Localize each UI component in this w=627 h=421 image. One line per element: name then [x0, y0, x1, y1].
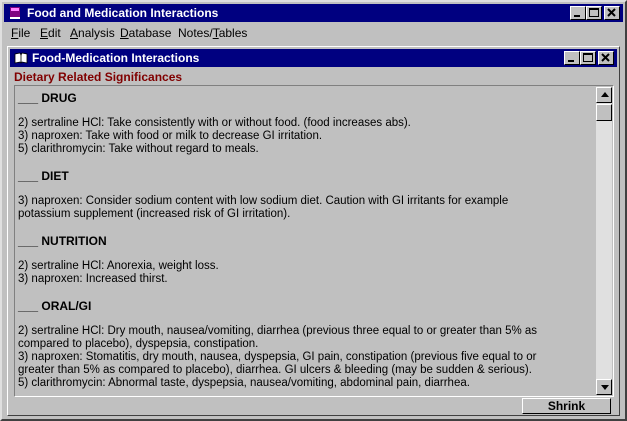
close-icon [601, 53, 610, 62]
text-line: 3) naproxen: Take with food or milk to d… [18, 130, 323, 142]
text-line: potassium supplement (increased risk of … [18, 208, 291, 220]
menu-edit[interactable]: Edit [40, 26, 61, 40]
category-heading: ___ ORAL/GI [18, 299, 92, 313]
menu-edit-key: E [40, 26, 49, 40]
text-line: 2) sertraline HCl: Take consistently wit… [18, 117, 411, 129]
menu-file[interactable]: File [11, 26, 30, 40]
category-heading: ___ DRUG [18, 91, 77, 105]
interactions-text-panel[interactable]: ___ DRUG 2) sertraline HCl: Take consiste… [14, 85, 614, 397]
text-line: greater than 5% as compared to placebo),… [18, 364, 532, 376]
menu-analysis-key: A [70, 26, 79, 40]
minimize-icon [574, 15, 580, 17]
shrink-button[interactable]: Shrink [522, 398, 611, 414]
menu-edit-label: dit [48, 26, 61, 40]
section-heading: Dietary Related Significances [14, 70, 183, 84]
interactions-text[interactable]: ___ DRUG 2) sertraline HCl: Take consiste… [16, 87, 596, 395]
menu-database[interactable]: Database [120, 26, 171, 40]
text-line: 2) sertraline HCl: Anorexia, weight loss… [18, 260, 219, 272]
arrow-up-icon [601, 92, 609, 97]
menu-notes-tables-prefix: Notes/ [178, 26, 213, 40]
minimize-icon [568, 60, 574, 62]
app-title: Food and Medication Interactions [27, 6, 219, 20]
scroll-down-button[interactable] [596, 379, 612, 395]
maximize-button[interactable] [586, 6, 602, 20]
maximize-icon [583, 53, 593, 62]
scroll-thumb[interactable] [596, 104, 612, 121]
menu-bar: File Edit Analysis Database Notes/Tables [4, 24, 623, 42]
child-close-button[interactable] [598, 51, 614, 65]
category-heading: ___ NUTRITION [18, 234, 107, 248]
open-book-icon [14, 52, 28, 64]
text-line: 3) naproxen: Increased thirst. [18, 273, 168, 285]
menu-database-key: D [120, 26, 129, 40]
child-minimize-button[interactable] [564, 51, 580, 65]
arrow-down-icon [601, 385, 609, 390]
text-line: 3) naproxen: Stomatitis, dry mouth, naus… [18, 351, 537, 363]
child-maximize-button[interactable] [580, 51, 596, 65]
maximize-icon [589, 8, 599, 17]
app-book-icon [10, 7, 20, 19]
child-window: Food-Medication Interactions Dietary Rel… [7, 46, 620, 416]
vertical-scrollbar[interactable] [596, 87, 612, 395]
text-line: compared to placebo), dyspepsia, constip… [18, 338, 259, 350]
menu-analysis[interactable]: Analysis [70, 26, 115, 40]
child-title: Food-Medication Interactions [32, 51, 200, 65]
main-window: Food and Medication Interactions File Ed… [0, 0, 627, 421]
text-line: 5) clarithromycin: Take without regard t… [18, 143, 259, 155]
menu-analysis-label: nalysis [78, 26, 115, 40]
menu-notes-tables-label: ables [218, 26, 248, 40]
text-line: 2) sertraline HCl: Dry mouth, nausea/vom… [18, 325, 538, 337]
category-heading: ___ DIET [18, 169, 69, 183]
child-titlebar[interactable]: Food-Medication Interactions [10, 49, 617, 67]
minimize-button[interactable] [570, 6, 586, 20]
scroll-up-button[interactable] [596, 87, 612, 103]
text-line: 5) clarithromycin: Abnormal taste, dyspe… [18, 377, 470, 389]
text-line: 3) naproxen: Consider sodium content wit… [18, 195, 509, 207]
close-button[interactable] [604, 6, 620, 20]
close-icon [607, 8, 616, 17]
menu-database-label: atabase [128, 26, 172, 40]
app-titlebar[interactable]: Food and Medication Interactions [4, 4, 623, 22]
menu-file-label: ile [18, 26, 31, 40]
menu-notes-tables[interactable]: Notes/Tables [178, 26, 247, 40]
